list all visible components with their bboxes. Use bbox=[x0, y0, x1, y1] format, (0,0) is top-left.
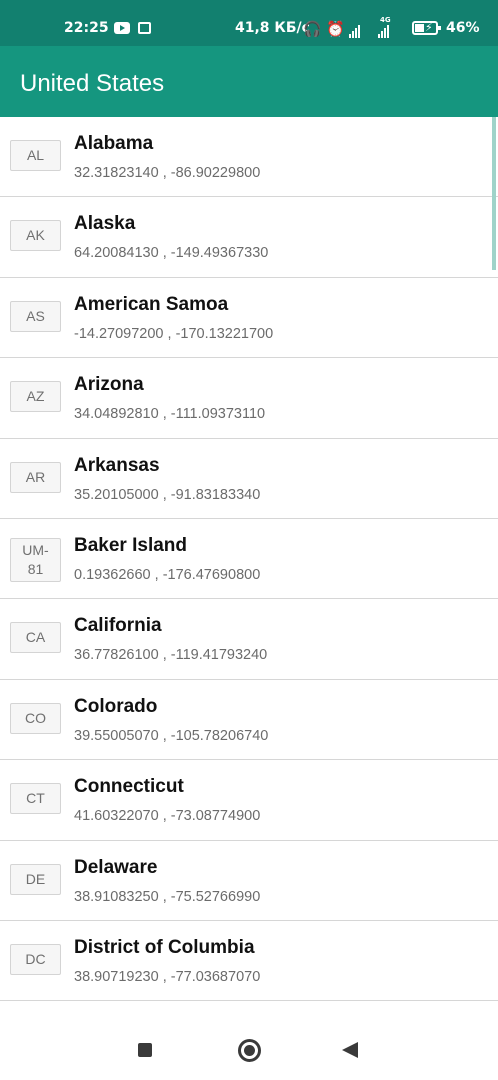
scrollbar[interactable] bbox=[492, 117, 496, 270]
headset-icon: 🎧 bbox=[303, 20, 322, 38]
list-item[interactable]: AS American Samoa -14.27097200 , -170.13… bbox=[0, 278, 498, 359]
state-coords: -14.27097200 , -170.13221700 bbox=[74, 325, 274, 342]
youtube-icon bbox=[114, 22, 130, 34]
list-item[interactable]: AR Arkansas 35.20105000 , -91.83183340 bbox=[0, 439, 498, 519]
state-name: Delaware bbox=[74, 856, 158, 878]
state-name: Colorado bbox=[74, 695, 158, 717]
state-code-badge: UM-81 bbox=[10, 537, 61, 582]
state-name: District of Columbia bbox=[74, 936, 255, 958]
list-item[interactable]: DC District of Columbia 38.90719230 , -7… bbox=[0, 921, 498, 1001]
signal-4g-icon bbox=[378, 22, 390, 38]
state-code-badge: DC bbox=[10, 943, 61, 975]
state-name: Alaska bbox=[74, 213, 136, 235]
state-code-badge: CA bbox=[10, 622, 61, 654]
state-coords: 36.77826100 , -119.41793240 bbox=[74, 647, 268, 664]
list-item[interactable]: CA California 36.77826100 , -119.4179324… bbox=[0, 599, 498, 680]
list-item[interactable]: AZ Arizona 34.04892810 , -111.09373110 bbox=[0, 358, 498, 439]
list-item[interactable]: AK Alaska 64.20084130 , -149.49367330 bbox=[0, 197, 498, 278]
recent-apps-icon[interactable] bbox=[138, 1043, 152, 1057]
state-code-badge: CT bbox=[10, 783, 61, 815]
list-item[interactable]: AL Alabama 32.31823140 , -86.90229800 bbox=[0, 117, 498, 198]
list-item[interactable]: CT Connecticut 41.60322070 , -73.0877490… bbox=[0, 760, 498, 841]
state-coords: 64.20084130 , -149.49367330 bbox=[74, 245, 269, 262]
alarm-icon: ⏰ bbox=[326, 20, 345, 38]
network-speed: 41,8 КБ/с bbox=[235, 20, 310, 36]
state-coords: 39.55005070 , -105.78206740 bbox=[74, 727, 269, 744]
state-coords: 0.19362660 , -176.47690800 bbox=[74, 566, 261, 583]
state-list[interactable]: AL Alabama 32.31823140 , -86.90229800 AK… bbox=[0, 117, 498, 1001]
state-code-badge: AZ bbox=[10, 381, 61, 413]
state-name: California bbox=[74, 615, 162, 637]
state-coords: 38.91083250 , -75.52766990 bbox=[74, 888, 261, 905]
battery-charging-icon: ⚡ bbox=[412, 21, 441, 35]
state-name: Arkansas bbox=[74, 454, 160, 476]
state-name: Alabama bbox=[74, 133, 154, 154]
state-code-badge: DE bbox=[10, 863, 61, 895]
state-coords: 35.20105000 , -91.83183340 bbox=[74, 486, 261, 503]
page-title: United States bbox=[20, 70, 165, 97]
state-code-badge: CO bbox=[10, 702, 61, 734]
status-time: 22:25 bbox=[64, 20, 109, 36]
status-bar: 22:25 41,8 КБ/с 🎧 ⏰ 4G ⚡ 46% bbox=[0, 0, 498, 46]
list-item[interactable]: CO Colorado 39.55005070 , -105.78206740 bbox=[0, 680, 498, 761]
state-code-badge: AK bbox=[10, 220, 61, 252]
back-icon[interactable] bbox=[342, 1042, 358, 1058]
list-item[interactable]: DE Delaware 38.91083250 , -75.52766990 bbox=[0, 841, 498, 921]
state-coords: 34.04892810 , -111.09373110 bbox=[74, 406, 266, 423]
state-code-badge: AR bbox=[10, 461, 61, 493]
state-code-badge: AL bbox=[10, 140, 61, 171]
state-coords: 38.90719230 , -77.03687070 bbox=[74, 968, 261, 985]
state-coords: 41.60322070 , -73.08774900 bbox=[74, 808, 261, 825]
state-name: Arizona bbox=[74, 374, 144, 396]
state-name: American Samoa bbox=[74, 293, 229, 315]
system-nav-bar bbox=[0, 1001, 498, 1080]
state-name: Connecticut bbox=[74, 776, 184, 798]
state-coords: 32.31823140 , -86.90229800 bbox=[74, 165, 261, 181]
battery-percent: 46% bbox=[446, 20, 480, 36]
message-icon bbox=[138, 22, 151, 34]
state-name: Baker Island bbox=[74, 534, 187, 556]
home-icon[interactable] bbox=[238, 1039, 261, 1062]
signal-icon bbox=[349, 22, 361, 38]
state-code-badge: AS bbox=[10, 300, 61, 332]
list-item[interactable]: UM-81 Baker Island 0.19362660 , -176.476… bbox=[0, 519, 498, 600]
app-bar: United States bbox=[0, 46, 498, 117]
